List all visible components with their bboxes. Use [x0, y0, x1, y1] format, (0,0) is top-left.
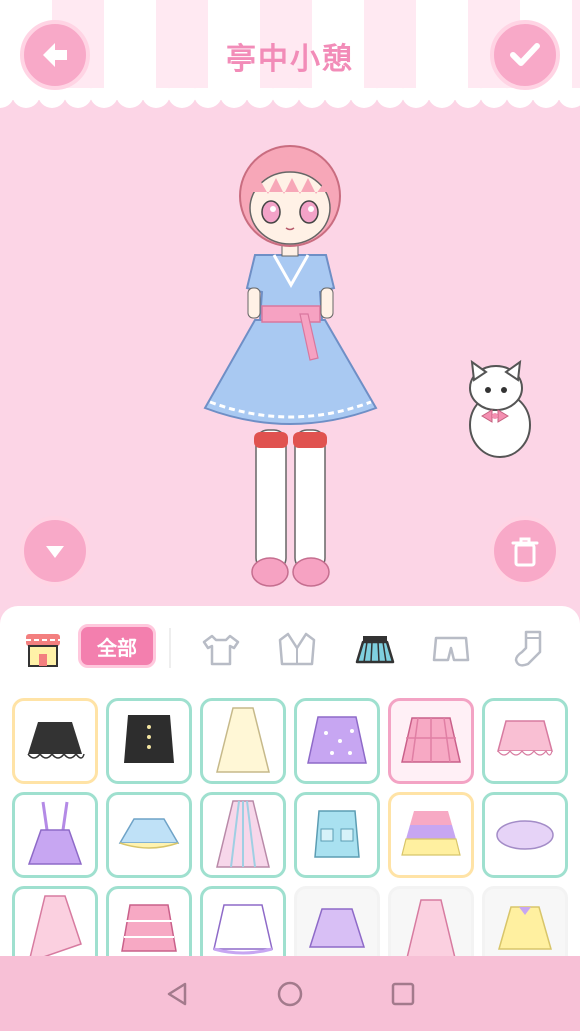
- item-tiered-rainbow-skirt[interactable]: [388, 792, 474, 878]
- shorts-icon[interactable]: [428, 626, 474, 672]
- item-yellow-ribbon-skirt[interactable]: [482, 886, 568, 956]
- back-button[interactable]: [20, 20, 90, 90]
- chevron-down-icon: [46, 546, 64, 558]
- item-pink-check-skirt[interactable]: [106, 886, 192, 956]
- circle-home-icon: [277, 981, 303, 1006]
- item-pink-long-skirt[interactable]: [388, 886, 474, 956]
- item-pink-ruffle-skirt[interactable]: [482, 698, 568, 784]
- cat-pet[interactable]: [469, 359, 531, 458]
- confirm-button[interactable]: [490, 20, 560, 90]
- nav-back-button[interactable]: [157, 974, 197, 1014]
- category-bar: 全部: [0, 606, 580, 688]
- shirt-icon[interactable]: [198, 626, 244, 672]
- delete-button[interactable]: [490, 516, 560, 586]
- item-striped-long-skirt[interactable]: [200, 792, 286, 878]
- jacket-icon[interactable]: [274, 626, 320, 672]
- check-icon: [510, 43, 540, 66]
- item-pink-plaid-skirt[interactable]: [388, 698, 474, 784]
- awning-scallops: [0, 88, 580, 108]
- nav-home-button[interactable]: [270, 974, 310, 1014]
- item-cream-long-skirt[interactable]: [200, 698, 286, 784]
- square-recents-icon: [392, 982, 415, 1005]
- item-pink-asym-skirt[interactable]: [12, 886, 98, 956]
- item-black-frill-skirt[interactable]: [12, 698, 98, 784]
- item-blue-tutu-skirt[interactable]: [106, 792, 192, 878]
- system-nav-bar: [0, 956, 580, 1031]
- item-blue-pocket-skirt[interactable]: [294, 792, 380, 878]
- trash-icon: [511, 537, 539, 567]
- item-lilac-bubble-skirt[interactable]: [482, 792, 568, 878]
- category-divider: [169, 628, 171, 668]
- back-arrow-icon: [43, 43, 67, 67]
- tab-all[interactable]: 全部: [78, 624, 156, 668]
- nav-recents-button[interactable]: [383, 974, 423, 1014]
- skirt-icon[interactable]: [352, 626, 398, 672]
- item-bow-white-skirt[interactable]: [200, 886, 286, 956]
- item-black-button-skirt[interactable]: [106, 698, 192, 784]
- item-purple-suspender-skirt[interactable]: [12, 792, 98, 878]
- sock-icon[interactable]: [506, 626, 552, 672]
- wardrobe-panel: 全部: [0, 606, 580, 956]
- item-lavender-dot-skirt[interactable]: [294, 698, 380, 784]
- triangle-back-icon: [167, 982, 186, 1005]
- collapse-button[interactable]: [20, 516, 90, 586]
- item-purple-lace-skirt[interactable]: [294, 886, 380, 956]
- shop-icon[interactable]: [20, 626, 66, 672]
